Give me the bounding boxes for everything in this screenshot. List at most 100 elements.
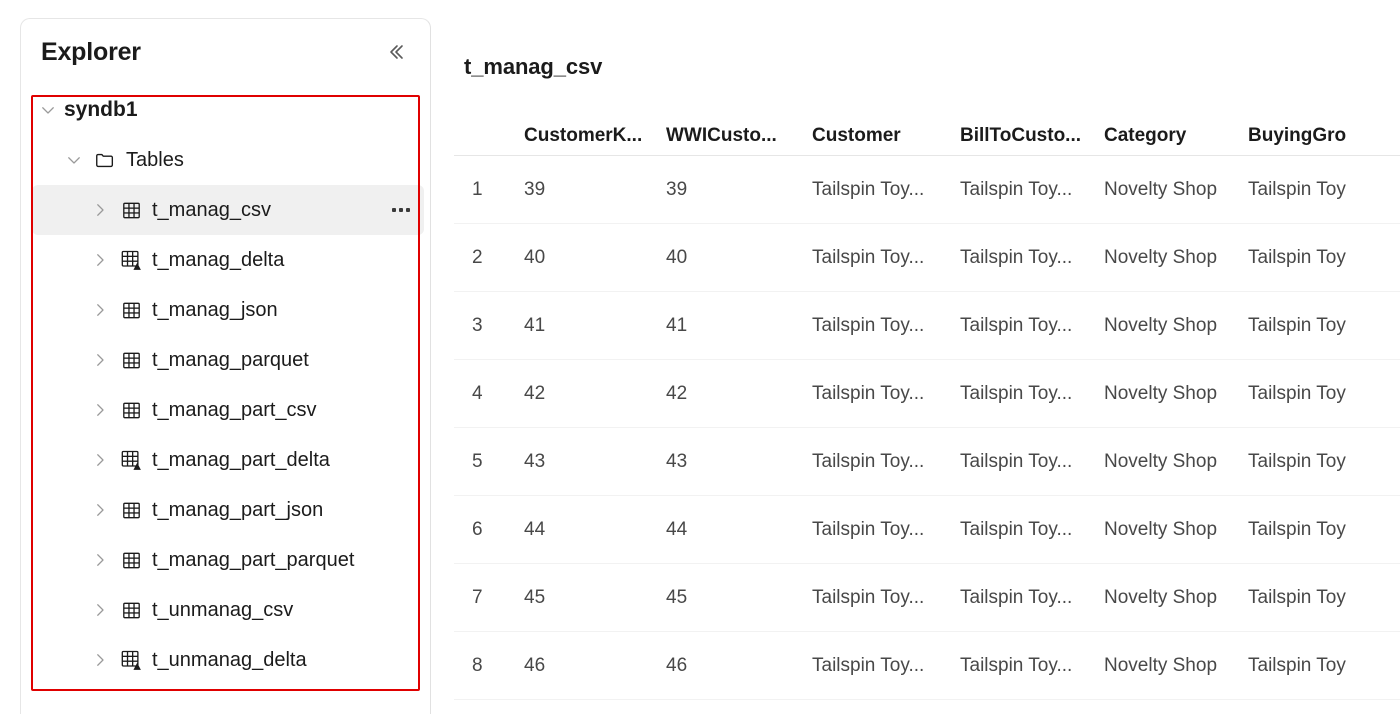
table-cell: Tailspin Toy... <box>812 382 925 404</box>
chevron-right-icon[interactable] <box>84 551 116 569</box>
row-index: 6 <box>472 518 483 540</box>
table-cell: 44 <box>524 518 546 540</box>
tree-item-label: t_manag_part_parquet <box>152 548 355 571</box>
chevron-right-icon[interactable] <box>84 401 116 419</box>
table-cell: 46 <box>666 654 688 676</box>
column-header[interactable]: BuyingGro <box>1248 125 1400 147</box>
chevron-right-icon[interactable] <box>84 451 116 469</box>
chevron-down-icon[interactable] <box>58 151 90 169</box>
tree-item-t-manag-csv[interactable]: t_manag_csv <box>32 185 424 235</box>
table-header-row: CustomerK... WWICusto... Customer BillToCus… <box>454 110 1400 156</box>
table-cell: 46 <box>524 654 546 676</box>
explorer-app: Explorer syndb1 Tables t_manag_csv t_manag_… <box>0 0 1400 714</box>
explorer-header: Explorer <box>21 19 430 85</box>
row-index: 5 <box>472 450 483 472</box>
column-header[interactable]: BillToCusto... <box>960 125 1104 147</box>
delta-table-icon <box>116 249 146 272</box>
tree-item-label: t_manag_part_delta <box>152 448 330 471</box>
chevron-down-icon[interactable] <box>32 101 64 119</box>
chevron-right-icon[interactable] <box>84 251 116 269</box>
chevron-right-icon[interactable] <box>84 201 116 219</box>
table-row[interactable]: 6 44 44 Tailspin Toy... Tailspin Toy... Novel… <box>454 496 1400 564</box>
delta-table-icon <box>116 449 146 472</box>
table-cell: 39 <box>666 178 688 200</box>
row-index: 7 <box>472 586 483 608</box>
table-cell: 40 <box>524 246 546 268</box>
chevron-right-icon[interactable] <box>84 301 116 319</box>
row-index: 3 <box>472 314 483 336</box>
column-header[interactable]: CustomerK... <box>524 125 666 147</box>
table-row[interactable]: 5 43 43 Tailspin Toy... Tailspin Toy... Novel… <box>454 428 1400 496</box>
explorer-panel: Explorer syndb1 Tables t_manag_csv t_manag_… <box>20 18 431 714</box>
table-row[interactable]: 1 39 39 Tailspin Toy... Tailspin Toy... Novel… <box>454 156 1400 224</box>
table-cell: Tailspin Toy... <box>812 586 925 608</box>
table-cell: 45 <box>666 586 688 608</box>
table-icon <box>116 200 146 221</box>
table-cell: Tailspin Toy <box>1248 518 1346 540</box>
table-cell: Tailspin Toy <box>1248 382 1346 404</box>
table-icon <box>116 300 146 321</box>
table-cell: Tailspin Toy... <box>812 450 925 472</box>
column-header[interactable]: WWICusto... <box>666 125 812 147</box>
table-cell: 41 <box>666 314 688 336</box>
table-icon <box>116 550 146 571</box>
table-cell: Tailspin Toy <box>1248 654 1346 676</box>
table-cell: Tailspin Toy... <box>960 178 1073 200</box>
tree-item-t-manag-part-parquet[interactable]: t_manag_part_parquet <box>32 535 424 585</box>
tree-item-t-manag-part-csv[interactable]: t_manag_part_csv <box>32 385 424 435</box>
table-row[interactable]: 7 45 45 Tailspin Toy... Tailspin Toy... Novel… <box>454 564 1400 632</box>
tree-item-label: t_manag_part_json <box>152 498 324 521</box>
chevron-double-left-icon[interactable] <box>378 35 412 69</box>
table-cell: Novelty Shop <box>1104 586 1218 608</box>
table-row[interactable]: 3 41 41 Tailspin Toy... Tailspin Toy... Novel… <box>454 292 1400 360</box>
table-name-heading: t_manag_csv <box>464 54 603 79</box>
table-row[interactable]: 4 42 42 Tailspin Toy... Tailspin Toy... Novel… <box>454 360 1400 428</box>
object-tree: syndb1 Tables t_manag_csv t_manag_delta t_ma… <box>21 85 430 685</box>
tree-item-label: t_manag_csv <box>152 198 271 221</box>
column-header[interactable]: Customer <box>812 125 960 147</box>
table-cell: Tailspin Toy <box>1248 450 1346 472</box>
table-icon <box>116 500 146 521</box>
table-cell: Novelty Shop <box>1104 314 1218 336</box>
table-icon <box>116 400 146 421</box>
tree-item-t-manag-json[interactable]: t_manag_json <box>32 285 424 335</box>
table-cell: Novelty Shop <box>1104 654 1218 676</box>
table-cell: Tailspin Toy... <box>812 246 925 268</box>
tree-item-t-manag-part-json[interactable]: t_manag_part_json <box>32 485 424 535</box>
delta-table-icon <box>116 649 146 672</box>
tree-item-t-manag-part-delta[interactable]: t_manag_part_delta <box>32 435 424 485</box>
table-cell: Novelty Shop <box>1104 382 1218 404</box>
tree-item-t-manag-delta[interactable]: t_manag_delta <box>32 235 424 285</box>
table-cell: Tailspin Toy <box>1248 314 1346 336</box>
table-cell: Novelty Shop <box>1104 246 1218 268</box>
chevron-right-icon[interactable] <box>84 651 116 669</box>
tree-item-Tables[interactable]: Tables <box>32 135 424 185</box>
tree-item-label: Tables <box>126 148 184 171</box>
more-options-icon[interactable] <box>386 197 416 223</box>
tree-item-label: t_unmanag_delta <box>152 648 307 671</box>
row-index: 2 <box>472 246 483 268</box>
table-icon <box>116 600 146 621</box>
tree-item-syndb1[interactable]: syndb1 <box>32 85 424 135</box>
table-row[interactable]: 2 40 40 Tailspin Toy... Tailspin Toy... Novel… <box>454 224 1400 292</box>
tree-item-label: syndb1 <box>64 98 138 121</box>
table-row[interactable]: 8 46 46 Tailspin Toy... Tailspin Toy... Novel… <box>454 632 1400 700</box>
table-cell: 44 <box>666 518 688 540</box>
table-cell: Novelty Shop <box>1104 178 1218 200</box>
chevron-right-icon[interactable] <box>84 501 116 519</box>
table-cell: Tailspin Toy... <box>812 654 925 676</box>
tree-item-t-unmanag-csv[interactable]: t_unmanag_csv <box>32 585 424 635</box>
table-preview-pane: t_manag_csv CustomerK... WWICusto... Custo… <box>432 0 1400 714</box>
tree-item-t-unmanag-delta[interactable]: t_unmanag_delta <box>32 635 424 685</box>
table-cell: 45 <box>524 586 546 608</box>
table-cell: Tailspin Toy... <box>960 246 1073 268</box>
column-header[interactable]: Category <box>1104 125 1248 147</box>
table-cell: Tailspin Toy... <box>960 450 1073 472</box>
tree-item-t-manag-parquet[interactable]: t_manag_parquet <box>32 335 424 385</box>
chevron-right-icon[interactable] <box>84 601 116 619</box>
tree-item-label: t_manag_part_csv <box>152 398 317 421</box>
table-cell: Tailspin Toy... <box>960 586 1073 608</box>
row-index: 8 <box>472 654 483 676</box>
chevron-right-icon[interactable] <box>84 351 116 369</box>
table-cell: Tailspin Toy... <box>960 654 1073 676</box>
